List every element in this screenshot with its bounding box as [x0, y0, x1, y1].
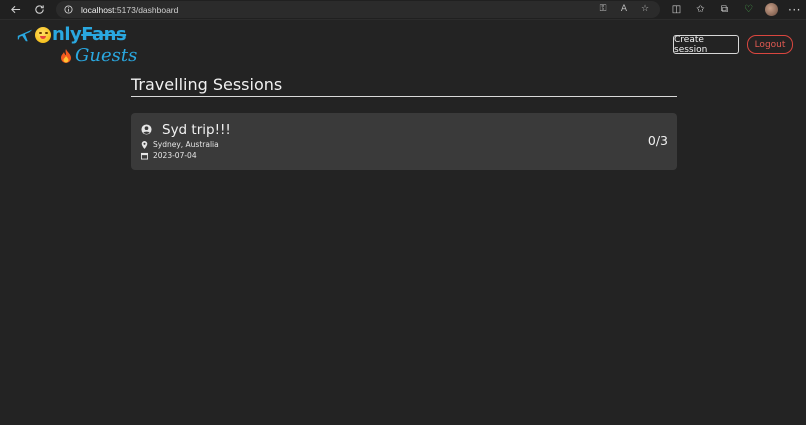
session-name: Syd trip!!! [162, 122, 231, 138]
split-screen-icon[interactable]: ◫ [669, 2, 684, 17]
favorite-star-icon[interactable]: ☆ [640, 4, 650, 14]
logo-text: nlyFans [52, 24, 127, 45]
collections-icon[interactable]: ⧉ [717, 2, 732, 17]
refresh-icon [34, 5, 44, 14]
calendar-icon [141, 152, 148, 159]
user-circle-icon [141, 124, 152, 135]
session-card[interactable]: Syd trip!!! Sydney, Australia 2023-07-04… [131, 113, 677, 170]
session-date: 2023-07-04 [141, 151, 197, 160]
logout-button[interactable]: Logout [747, 35, 793, 54]
heart-pulse-icon[interactable]: ♡ [741, 2, 756, 17]
url-text: localhost:5173/dashboard [81, 5, 178, 15]
back-button[interactable] [8, 3, 22, 17]
create-session-button[interactable]: Create session [673, 35, 739, 55]
more-options-icon[interactable]: ··· [787, 2, 802, 17]
key-icon[interactable]: ⚿ [598, 4, 608, 14]
smiling-face-icon [35, 27, 51, 43]
browser-toolbar: localhost:5173/dashboard ⚿ A ☆ ◫ ✩ ⧉ ♡ ·… [0, 0, 806, 20]
address-bar[interactable]: localhost:5173/dashboard ⚿ A ☆ [56, 1, 660, 18]
fire-icon [61, 49, 71, 63]
session-location-text: Sydney, Australia [153, 140, 219, 149]
arrow-left-icon [10, 5, 20, 14]
refresh-button[interactable] [32, 3, 46, 17]
favorites-icon[interactable]: ✩ [693, 2, 708, 17]
read-aloud-icon[interactable]: A [619, 4, 629, 14]
session-guest-count: 0/3 [647, 133, 668, 148]
logo-word-fans: Fans [81, 24, 127, 45]
map-pin-icon [141, 140, 148, 149]
session-date-text: 2023-07-04 [153, 151, 197, 160]
airplane-icon [17, 29, 33, 42]
logo-guests-text: Guests [75, 45, 138, 66]
page-title: Travelling Sessions [131, 75, 677, 97]
site-logo[interactable]: nlyFans Guests [16, 24, 141, 68]
session-location: Sydney, Australia [141, 140, 219, 149]
logo-word-only: nly [52, 24, 82, 45]
profile-avatar[interactable] [765, 3, 778, 16]
url-host: localhost [81, 4, 115, 15]
info-icon[interactable] [64, 5, 73, 14]
url-path: :5173/dashboard [114, 4, 179, 15]
